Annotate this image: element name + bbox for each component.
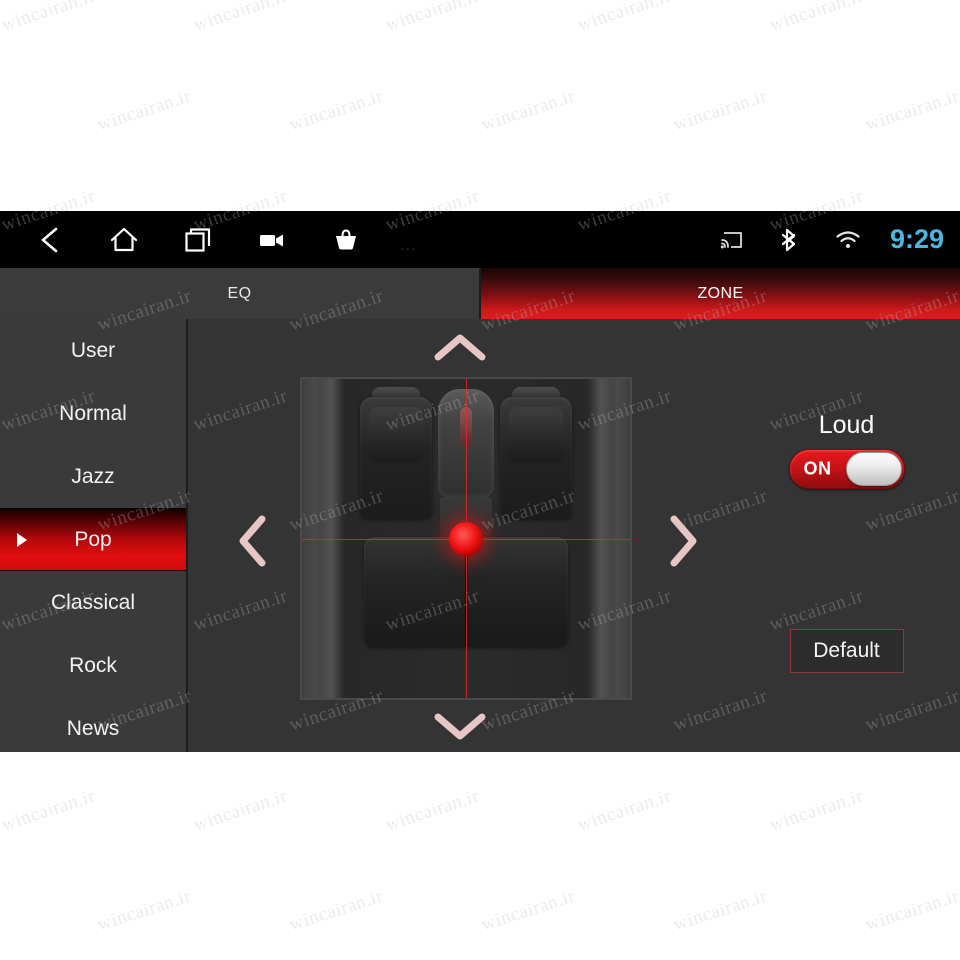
loudness-label: Loud bbox=[818, 411, 875, 439]
eq-preset-list: User Normal Jazz Pop Classical Rock News bbox=[0, 319, 188, 752]
preset-label: Classical bbox=[50, 590, 136, 614]
preset-label: Rock bbox=[69, 653, 117, 677]
seat-front-left bbox=[360, 397, 432, 519]
default-button[interactable]: Default bbox=[789, 629, 904, 673]
watermark-text: wincairan.ir bbox=[0, 0, 98, 36]
watermark-text: wincairan.ir bbox=[94, 885, 194, 936]
watermark-text: wincairan.ir bbox=[286, 85, 386, 136]
head-unit-screen: ... 9:29 EQ ZONE User Normal Jazz Pop Cl… bbox=[0, 211, 960, 752]
content-area: User Normal Jazz Pop Classical Rock News bbox=[0, 319, 960, 752]
watermark-text: wincairan.ir bbox=[670, 85, 770, 136]
car-cabin-zone-map[interactable] bbox=[300, 377, 632, 700]
basket-icon[interactable] bbox=[326, 220, 366, 260]
back-icon[interactable] bbox=[30, 220, 70, 260]
watermark-text: wincairan.ir bbox=[574, 785, 674, 836]
preset-label: Jazz bbox=[71, 464, 115, 488]
home-icon[interactable] bbox=[104, 220, 144, 260]
overflow-dots[interactable]: ... bbox=[400, 237, 418, 253]
wifi-icon bbox=[828, 220, 868, 260]
watermark-text: wincairan.ir bbox=[286, 885, 386, 936]
preset-item-classical[interactable]: Classical bbox=[0, 571, 186, 634]
status-icon-group: 9:29 bbox=[712, 211, 944, 268]
preset-label: Normal bbox=[59, 401, 127, 425]
chevron-down-icon[interactable] bbox=[432, 711, 488, 743]
preset-item-jazz[interactable]: Jazz bbox=[0, 445, 186, 508]
watermark-text: wincairan.ir bbox=[670, 885, 770, 936]
watermark-text: wincairan.ir bbox=[190, 0, 290, 36]
watermark-text: wincairan.ir bbox=[94, 85, 194, 136]
chevron-up-icon[interactable] bbox=[432, 331, 488, 363]
zone-control-area: Loud ON Default bbox=[188, 319, 960, 752]
watermark-text: wincairan.ir bbox=[766, 785, 866, 836]
tab-eq[interactable]: EQ bbox=[0, 268, 481, 319]
watermark-text: wincairan.ir bbox=[0, 86, 2, 137]
watermark-text: wincairan.ir bbox=[574, 0, 674, 36]
preset-item-user[interactable]: User bbox=[0, 319, 186, 382]
watermark-text: wincairan.ir bbox=[0, 886, 2, 937]
preset-item-pop[interactable]: Pop bbox=[0, 508, 186, 571]
play-triangle-icon bbox=[17, 532, 27, 547]
toggle-state-label: ON bbox=[803, 458, 832, 479]
recents-icon[interactable] bbox=[178, 220, 218, 260]
watermark-text: wincairan.ir bbox=[478, 885, 578, 936]
tab-zone[interactable]: ZONE bbox=[481, 268, 960, 319]
clock: 9:29 bbox=[889, 224, 944, 254]
preset-label: User bbox=[70, 338, 116, 362]
bluetooth-icon bbox=[770, 220, 810, 260]
sound-position-marker[interactable] bbox=[449, 521, 483, 556]
preset-item-normal[interactable]: Normal bbox=[0, 382, 186, 445]
tab-bar: EQ ZONE bbox=[0, 268, 960, 319]
zone-settings-panel: Loud ON Default bbox=[733, 319, 960, 752]
watermark-text: wincairan.ir bbox=[190, 785, 290, 836]
preset-label: Pop bbox=[74, 527, 112, 551]
toggle-knob[interactable] bbox=[845, 452, 902, 486]
watermark-text: wincairan.ir bbox=[862, 85, 960, 136]
cast-icon bbox=[712, 220, 752, 260]
navigation-icon-group bbox=[30, 211, 366, 268]
chevron-right-icon[interactable] bbox=[668, 513, 700, 569]
preset-item-news[interactable]: News bbox=[0, 697, 186, 752]
watermark-text: wincairan.ir bbox=[382, 785, 482, 836]
chevron-left-icon[interactable] bbox=[236, 513, 268, 569]
video-camera-icon[interactable] bbox=[252, 220, 292, 260]
watermark-text: wincairan.ir bbox=[382, 0, 482, 36]
preset-label: News bbox=[66, 716, 120, 740]
watermark-text: wincairan.ir bbox=[478, 85, 578, 136]
status-bar: ... 9:29 bbox=[0, 211, 960, 268]
loudness-toggle[interactable]: ON bbox=[788, 449, 905, 489]
preset-item-rock[interactable]: Rock bbox=[0, 634, 186, 697]
watermark-text: wincairan.ir bbox=[0, 785, 98, 836]
seat-front-right bbox=[500, 397, 572, 519]
watermark-text: wincairan.ir bbox=[862, 885, 960, 936]
watermark-text: wincairan.ir bbox=[766, 0, 866, 36]
